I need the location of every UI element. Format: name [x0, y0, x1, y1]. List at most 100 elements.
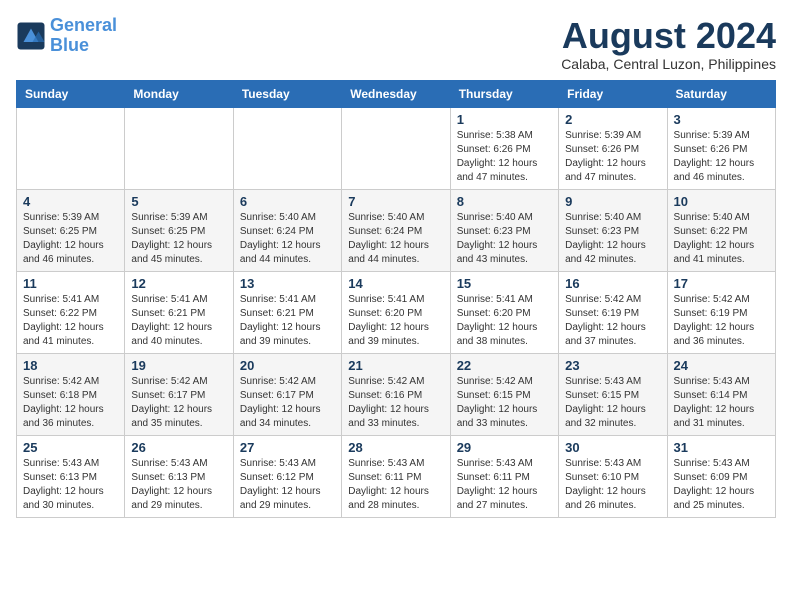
day-info: Sunrise: 5:41 AM Sunset: 6:22 PM Dayligh…	[23, 293, 118, 349]
day-info: Sunrise: 5:40 AM Sunset: 6:22 PM Dayligh…	[674, 211, 769, 267]
calendar-cell: 28 Sunrise: 5:43 AM Sunset: 6:11 PM Dayli…	[342, 435, 450, 517]
day-number: 25	[23, 440, 118, 455]
day-number: 26	[131, 440, 226, 455]
day-info: Sunrise: 5:41 AM Sunset: 6:21 PM Dayligh…	[240, 293, 335, 349]
calendar-cell	[233, 107, 341, 189]
logo-line2: Blue	[50, 35, 89, 55]
day-number: 15	[457, 276, 552, 291]
day-info: Sunrise: 5:40 AM Sunset: 6:24 PM Dayligh…	[240, 211, 335, 267]
day-info: Sunrise: 5:42 AM Sunset: 6:19 PM Dayligh…	[674, 293, 769, 349]
calendar-cell: 20 Sunrise: 5:42 AM Sunset: 6:17 PM Dayli…	[233, 353, 341, 435]
day-number: 17	[674, 276, 769, 291]
day-info: Sunrise: 5:39 AM Sunset: 6:25 PM Dayligh…	[23, 211, 118, 267]
day-number: 31	[674, 440, 769, 455]
day-number: 6	[240, 194, 335, 209]
day-number: 12	[131, 276, 226, 291]
calendar-cell: 17 Sunrise: 5:42 AM Sunset: 6:19 PM Dayli…	[667, 271, 775, 353]
day-info: Sunrise: 5:42 AM Sunset: 6:15 PM Dayligh…	[457, 375, 552, 431]
day-info: Sunrise: 5:43 AM Sunset: 6:10 PM Dayligh…	[565, 457, 660, 513]
page-header: General Blue August 2024 Calaba, Central…	[16, 16, 776, 72]
day-info: Sunrise: 5:41 AM Sunset: 6:21 PM Dayligh…	[131, 293, 226, 349]
calendar-cell: 3 Sunrise: 5:39 AM Sunset: 6:26 PM Daylig…	[667, 107, 775, 189]
week-row-2: 4Sunrise: 5:39 AM Sunset: 6:25 PM Daylig…	[17, 189, 776, 271]
calendar-cell: 19Sunrise: 5:42 AM Sunset: 6:17 PM Dayli…	[125, 353, 233, 435]
day-number: 21	[348, 358, 443, 373]
day-info: Sunrise: 5:42 AM Sunset: 6:17 PM Dayligh…	[240, 375, 335, 431]
day-number: 16	[565, 276, 660, 291]
week-row-4: 18 Sunrise: 5:42 AM Sunset: 6:18 PM Dayli…	[17, 353, 776, 435]
calendar-cell: 5Sunrise: 5:39 AM Sunset: 6:25 PM Daylig…	[125, 189, 233, 271]
calendar-cell: 30 Sunrise: 5:43 AM Sunset: 6:10 PM Dayli…	[559, 435, 667, 517]
day-number: 29	[457, 440, 552, 455]
day-number: 14	[348, 276, 443, 291]
calendar-cell: 13 Sunrise: 5:41 AM Sunset: 6:21 PM Dayli…	[233, 271, 341, 353]
day-number: 30	[565, 440, 660, 455]
day-number: 11	[23, 276, 118, 291]
day-number: 22	[457, 358, 552, 373]
day-info: Sunrise: 5:41 AM Sunset: 6:20 PM Dayligh…	[457, 293, 552, 349]
column-header-saturday: Saturday	[667, 80, 775, 107]
calendar-cell: 24 Sunrise: 5:43 AM Sunset: 6:14 PM Dayli…	[667, 353, 775, 435]
logo-text: General Blue	[50, 16, 117, 56]
calendar-cell: 15 Sunrise: 5:41 AM Sunset: 6:20 PM Dayli…	[450, 271, 558, 353]
calendar-cell: 12 Sunrise: 5:41 AM Sunset: 6:21 PM Dayli…	[125, 271, 233, 353]
column-header-friday: Friday	[559, 80, 667, 107]
calendar-cell: 6 Sunrise: 5:40 AM Sunset: 6:24 PM Daylig…	[233, 189, 341, 271]
day-number: 23	[565, 358, 660, 373]
calendar-cell: 9 Sunrise: 5:40 AM Sunset: 6:23 PM Daylig…	[559, 189, 667, 271]
day-info: Sunrise: 5:41 AM Sunset: 6:20 PM Dayligh…	[348, 293, 443, 349]
location-subtitle: Calaba, Central Luzon, Philippines	[561, 56, 776, 72]
day-number: 3	[674, 112, 769, 127]
day-info: Sunrise: 5:43 AM Sunset: 6:14 PM Dayligh…	[674, 375, 769, 431]
day-number: 28	[348, 440, 443, 455]
header-row: SundayMondayTuesdayWednesdayThursdayFrid…	[17, 80, 776, 107]
calendar-cell: 8 Sunrise: 5:40 AM Sunset: 6:23 PM Daylig…	[450, 189, 558, 271]
day-info: Sunrise: 5:43 AM Sunset: 6:11 PM Dayligh…	[457, 457, 552, 513]
day-info: Sunrise: 5:42 AM Sunset: 6:19 PM Dayligh…	[565, 293, 660, 349]
calendar-cell: 21Sunrise: 5:42 AM Sunset: 6:16 PM Dayli…	[342, 353, 450, 435]
day-info: Sunrise: 5:42 AM Sunset: 6:18 PM Dayligh…	[23, 375, 118, 431]
column-header-sunday: Sunday	[17, 80, 125, 107]
day-number: 13	[240, 276, 335, 291]
day-info: Sunrise: 5:40 AM Sunset: 6:23 PM Dayligh…	[457, 211, 552, 267]
calendar-cell: 2 Sunrise: 5:39 AM Sunset: 6:26 PM Daylig…	[559, 107, 667, 189]
day-info: Sunrise: 5:43 AM Sunset: 6:12 PM Dayligh…	[240, 457, 335, 513]
day-info: Sunrise: 5:40 AM Sunset: 6:23 PM Dayligh…	[565, 211, 660, 267]
calendar-cell: 22 Sunrise: 5:42 AM Sunset: 6:15 PM Dayli…	[450, 353, 558, 435]
day-info: Sunrise: 5:43 AM Sunset: 6:11 PM Dayligh…	[348, 457, 443, 513]
day-number: 18	[23, 358, 118, 373]
week-row-1: 1 Sunrise: 5:38 AM Sunset: 6:26 PM Daylig…	[17, 107, 776, 189]
day-info: Sunrise: 5:39 AM Sunset: 6:26 PM Dayligh…	[565, 129, 660, 185]
calendar-cell: 18 Sunrise: 5:42 AM Sunset: 6:18 PM Dayli…	[17, 353, 125, 435]
calendar-cell	[17, 107, 125, 189]
calendar-cell: 10Sunrise: 5:40 AM Sunset: 6:22 PM Dayli…	[667, 189, 775, 271]
calendar-table: SundayMondayTuesdayWednesdayThursdayFrid…	[16, 80, 776, 518]
calendar-cell: 29 Sunrise: 5:43 AM Sunset: 6:11 PM Dayli…	[450, 435, 558, 517]
calendar-cell: 27Sunrise: 5:43 AM Sunset: 6:12 PM Dayli…	[233, 435, 341, 517]
day-number: 20	[240, 358, 335, 373]
calendar-cell: 25Sunrise: 5:43 AM Sunset: 6:13 PM Dayli…	[17, 435, 125, 517]
logo: General Blue	[16, 16, 117, 56]
calendar-cell: 14 Sunrise: 5:41 AM Sunset: 6:20 PM Dayli…	[342, 271, 450, 353]
calendar-cell: 26Sunrise: 5:43 AM Sunset: 6:13 PM Dayli…	[125, 435, 233, 517]
calendar-cell: 4Sunrise: 5:39 AM Sunset: 6:25 PM Daylig…	[17, 189, 125, 271]
day-number: 8	[457, 194, 552, 209]
calendar-cell: 11 Sunrise: 5:41 AM Sunset: 6:22 PM Dayli…	[17, 271, 125, 353]
day-number: 7	[348, 194, 443, 209]
calendar-cell: 31Sunrise: 5:43 AM Sunset: 6:09 PM Dayli…	[667, 435, 775, 517]
day-info: Sunrise: 5:39 AM Sunset: 6:26 PM Dayligh…	[674, 129, 769, 185]
day-info: Sunrise: 5:43 AM Sunset: 6:15 PM Dayligh…	[565, 375, 660, 431]
column-header-wednesday: Wednesday	[342, 80, 450, 107]
calendar-cell	[342, 107, 450, 189]
logo-icon	[16, 21, 46, 51]
day-info: Sunrise: 5:38 AM Sunset: 6:26 PM Dayligh…	[457, 129, 552, 185]
day-info: Sunrise: 5:39 AM Sunset: 6:25 PM Dayligh…	[131, 211, 226, 267]
column-header-thursday: Thursday	[450, 80, 558, 107]
day-info: Sunrise: 5:42 AM Sunset: 6:17 PM Dayligh…	[131, 375, 226, 431]
calendar-cell: 16 Sunrise: 5:42 AM Sunset: 6:19 PM Dayli…	[559, 271, 667, 353]
day-number: 1	[457, 112, 552, 127]
column-header-monday: Monday	[125, 80, 233, 107]
day-number: 2	[565, 112, 660, 127]
day-number: 9	[565, 194, 660, 209]
day-number: 24	[674, 358, 769, 373]
